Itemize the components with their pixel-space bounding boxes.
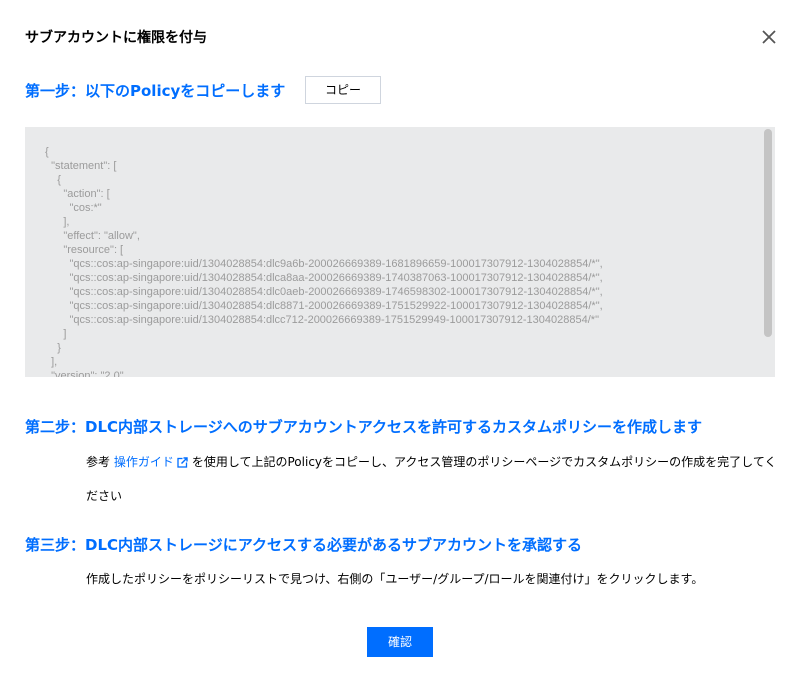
step3-title: 第三步：DLC内部ストレージにアクセスする必要があるサブアカウントを承認する (25, 536, 582, 554)
operation-guide-link[interactable]: 操作ガイド (114, 455, 192, 469)
code-scrollbar[interactable] (761, 127, 775, 377)
step2-prefix: 参考 (86, 455, 111, 469)
code-scrollbar-thumb[interactable] (764, 129, 772, 337)
confirm-button[interactable]: 確認 (367, 627, 433, 657)
step3-description: 作成したポリシーをポリシーリストで見つけ、右側の「ユーザー/グループ/ロールを関… (86, 572, 704, 586)
grant-permission-dialog: サブアカウントに権限を付与 第一步：以下のPolicyをコピーします コピー {… (0, 0, 801, 680)
policy-code-text: { "statement": [ { "action": [ "cos:*" ]… (45, 146, 603, 377)
close-icon[interactable] (760, 28, 778, 46)
step2-description: 参考 操作ガイド を使用して上記のPolicyをコピーし、アクセス管理のポリシーペ… (86, 455, 776, 471)
step2-suffix: を使用して上記のPolicyをコピーし、アクセス管理のポリシーページでカスタムポ… (191, 455, 777, 469)
copy-button[interactable]: コピー (305, 76, 381, 104)
operation-guide-label: 操作ガイド (113, 455, 174, 469)
step1-title: 第一步：以下のPolicyをコピーします (25, 82, 286, 100)
step2-title: 第二步：DLC内部ストレージへのサブアカウントアクセスを許可するカスタムポリシー… (25, 418, 702, 436)
dialog-title: サブアカウントに権限を付与 (25, 30, 207, 46)
step2-description-line2: ださい (86, 489, 123, 503)
external-link-icon (177, 457, 188, 471)
policy-code-box[interactable]: { "statement": [ { "action": [ "cos:*" ]… (25, 127, 775, 377)
